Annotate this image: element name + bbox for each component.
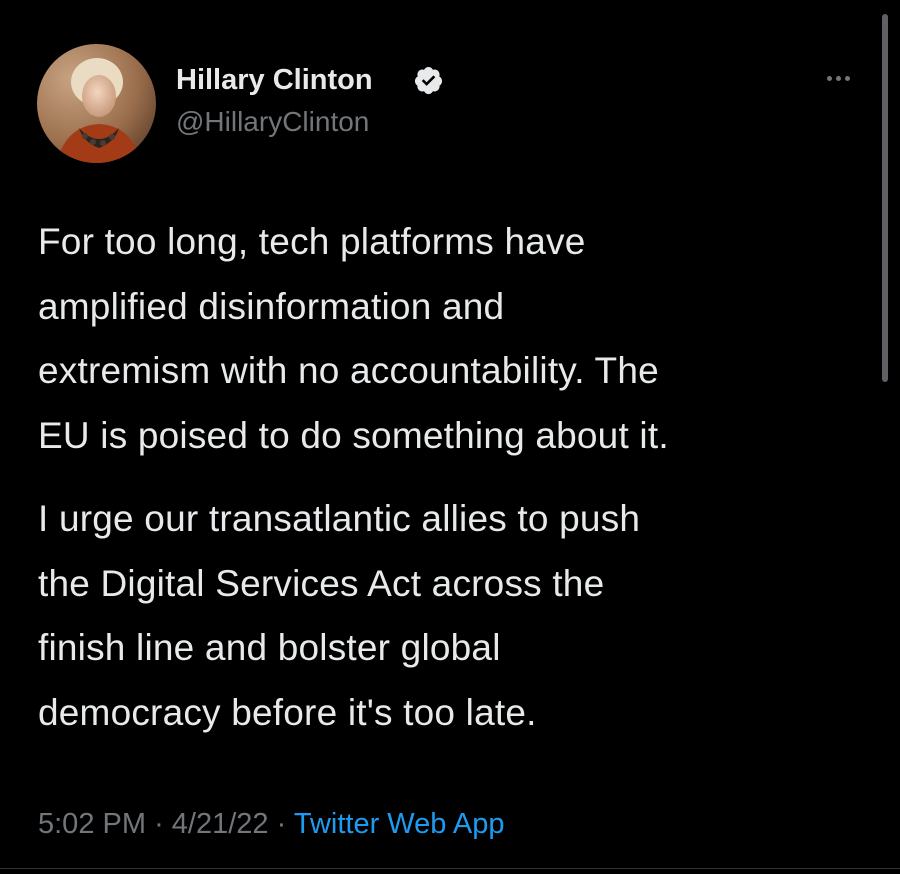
tweet-text-line: amplified disinformation and xyxy=(38,285,505,327)
tweet-metadata: 5:02 PM · 4/21/22 · Twitter Web App xyxy=(38,802,504,846)
avatar-image xyxy=(37,44,156,163)
divider xyxy=(0,868,900,869)
scrollbar[interactable] xyxy=(882,14,888,382)
author-name[interactable]: Hillary Clinton xyxy=(176,62,373,98)
tweet-date[interactable]: 4/21/22 xyxy=(172,808,269,840)
tweet-text-paragraph: I urge our transatlantic allies to push … xyxy=(38,487,878,745)
tweet-text-line: I urge our transatlantic allies to push xyxy=(38,498,641,539)
verified-badge-icon xyxy=(414,66,443,95)
meta-separator: · xyxy=(154,808,164,840)
more-options-button[interactable] xyxy=(816,64,860,92)
more-options-icon-dot xyxy=(835,75,841,81)
more-options-icon-dot xyxy=(844,75,850,81)
tweet-time[interactable]: 5:02 PM xyxy=(38,808,146,840)
avatar[interactable] xyxy=(37,44,156,163)
author-handle[interactable]: @HillaryClinton xyxy=(176,104,369,140)
tweet-text-line: finish line and bolster global xyxy=(38,627,501,668)
tweet-text-paragraph: For too long, tech platforms have amplif… xyxy=(38,210,878,468)
tweet-text-line: EU is poised to do something about it. xyxy=(38,414,669,456)
tweet-text-line: democracy before it's too late. xyxy=(38,691,537,733)
tweet: Hillary Clinton @HillaryClinton For too … xyxy=(0,0,900,874)
tweet-source-link[interactable]: Twitter Web App xyxy=(294,808,505,840)
tweet-text-line: For too long, tech platforms have xyxy=(38,221,586,262)
more-options-icon xyxy=(826,75,832,81)
tweet-text-line: extremism with no accountability. The xyxy=(38,350,659,391)
meta-separator: · xyxy=(276,808,287,840)
tweet-text-line: the Digital Services Act across the xyxy=(38,562,605,604)
